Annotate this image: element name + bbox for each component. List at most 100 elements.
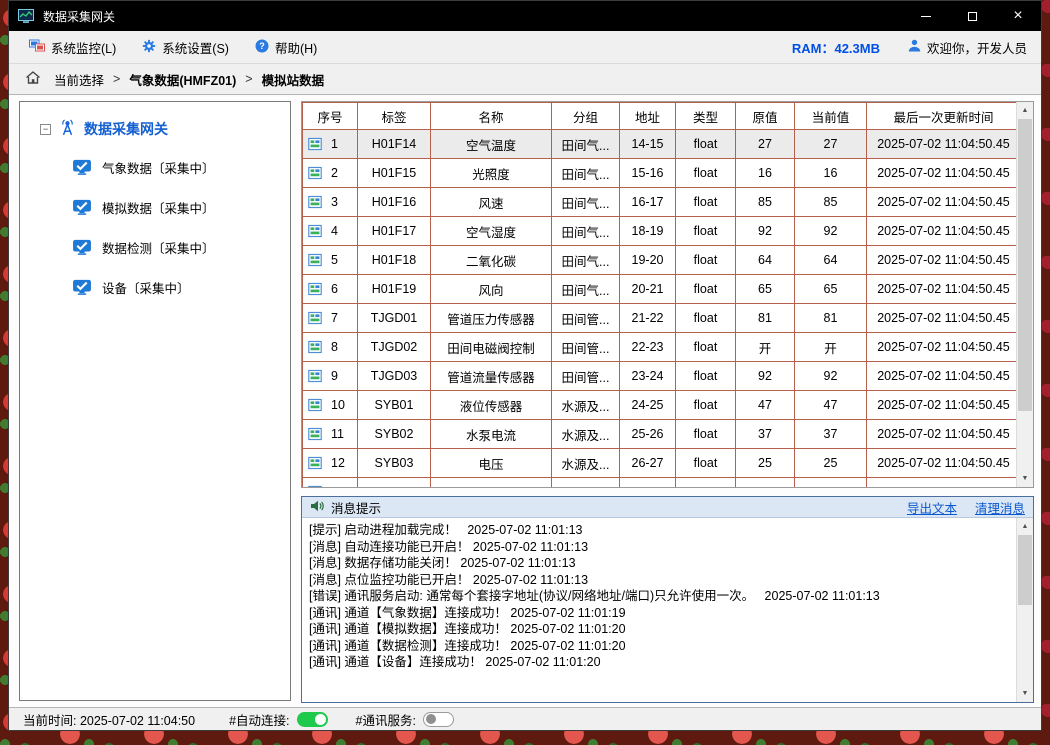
home-icon: [25, 70, 41, 88]
scroll-up-button[interactable]: ▲: [1017, 518, 1033, 535]
menu-item-system-settings[interactable]: 系统设置(S): [132, 33, 239, 62]
breadcrumb: 当前选择 > 气象数据(HMFZ01) > 模拟站数据: [9, 63, 1041, 95]
tree-item-device[interactable]: 设备〔采集中〕: [72, 278, 282, 297]
desktop-background: 数据采集网关 × 系统监控(L): [0, 0, 1050, 745]
scrollbar-thumb[interactable]: [1018, 119, 1032, 411]
statusbar: 当前时间: 2025-07-02 11:04:50 #自动连接: #通讯服务:: [9, 707, 1041, 730]
table-row[interactable]: [303, 478, 1017, 488]
table-cell: 25: [795, 449, 867, 478]
message-line: [消息] 数据存储功能关闭！ 2025-07-02 11:01:13: [309, 555, 1009, 572]
row-index: 9: [331, 369, 338, 383]
table-cell: 47: [736, 391, 795, 420]
table-row[interactable]: 1H01F14空气温度田间气...14-15float27272025-07-0…: [303, 130, 1017, 159]
auto-connect-label: #自动连接:: [229, 710, 289, 729]
table-cell: [358, 478, 431, 488]
table-cell: 风向: [431, 275, 552, 304]
table-row[interactable]: 3H01F16风速田间气...16-17float85852025-07-02 …: [303, 188, 1017, 217]
app-icon: [18, 9, 36, 24]
gear-icon: [142, 39, 156, 56]
message-log: [提示] 启动进程加载完成！ 2025-07-02 11:01:13 [消息] …: [302, 518, 1016, 702]
table-cell: 20-21: [620, 275, 676, 304]
table-row[interactable]: 8TJGD02田间电磁阀控制田间管...22-23float开开2025-07-…: [303, 333, 1017, 362]
table-cell: 19-20: [620, 246, 676, 275]
table-cell: 16: [795, 159, 867, 188]
table-row[interactable]: 7TJGD01管道压力传感器田间管...21-22float81812025-0…: [303, 304, 1017, 333]
menu-item-help[interactable]: ? 帮助(H): [245, 33, 327, 62]
column-header-address[interactable]: 地址: [620, 103, 676, 130]
collapse-icon[interactable]: −: [40, 124, 51, 135]
table-cell: 管道压力传感器: [431, 304, 552, 333]
column-header-type[interactable]: 类型: [676, 103, 736, 130]
column-header-name[interactable]: 名称: [431, 103, 552, 130]
breadcrumb-separator: >: [245, 72, 252, 86]
comm-service-label: #通讯服务:: [356, 710, 416, 729]
table-cell: 3: [303, 188, 358, 217]
table-row[interactable]: 2H01F15光照度田间气...15-16float16162025-07-02…: [303, 159, 1017, 188]
tree-item-label: 数据检测〔采集中〕: [102, 238, 215, 257]
table-row[interactable]: 6H01F19风向田间气...20-21float65652025-07-02 …: [303, 275, 1017, 304]
scroll-down-button[interactable]: ▼: [1017, 470, 1033, 487]
point-icon: [308, 456, 322, 470]
close-button[interactable]: ×: [995, 1, 1041, 31]
scroll-down-button[interactable]: ▼: [1017, 685, 1033, 702]
maximize-button[interactable]: [949, 1, 995, 31]
row-index: 1: [331, 137, 338, 151]
tree-items: 气象数据〔采集中〕 模拟数据〔采集中〕: [28, 158, 282, 297]
table-cell: [431, 478, 552, 488]
breadcrumb-item-page[interactable]: 模拟站数据: [262, 70, 325, 89]
minimize-button[interactable]: [903, 1, 949, 31]
table-cell: 9: [303, 362, 358, 391]
scroll-up-button[interactable]: ▲: [1017, 102, 1033, 119]
message-panel: 消息提示 导出文本 清理消息 [提示] 启动进程加载完成！ 2025-07-02…: [301, 496, 1034, 703]
tree-item-sim-data[interactable]: 模拟数据〔采集中〕: [72, 198, 282, 217]
clear-messages-link[interactable]: 清理消息: [975, 498, 1025, 517]
auto-connect-toggle[interactable]: [297, 712, 328, 727]
table-row[interactable]: 10SYB01液位传感器水源及...24-25float47472025-07-…: [303, 391, 1017, 420]
table-cell: 47: [795, 391, 867, 420]
table-row[interactable]: 12SYB03电压水源及...26-27float25252025-07-02 …: [303, 449, 1017, 478]
table-header-row: 序号 标签 名称 分组 地址 类型 原值 当前值 最后一次更新时间: [303, 103, 1017, 130]
table-cell: 田间管...: [552, 333, 620, 362]
table-cell: 管道流量传感器: [431, 362, 552, 391]
table-row[interactable]: 5H01F18二氧化碳田间气...19-20float64642025-07-0…: [303, 246, 1017, 275]
table-cell: 2025-07-02 11:04:50.45: [867, 130, 1017, 159]
column-header-tag[interactable]: 标签: [358, 103, 431, 130]
ram-indicator: RAM：42.3MB: [792, 38, 880, 57]
table-cell: SYB02: [358, 420, 431, 449]
home-button[interactable]: [21, 67, 45, 91]
column-header-current-value[interactable]: 当前值: [795, 103, 867, 130]
tree-item-data-check[interactable]: 数据检测〔采集中〕: [72, 238, 282, 257]
speaker-icon: [310, 500, 324, 515]
tree-item-label: 设备〔采集中〕: [102, 278, 190, 297]
table-row[interactable]: 9TJGD03管道流量传感器田间管...23-24float92922025-0…: [303, 362, 1017, 391]
export-text-link[interactable]: 导出文本: [907, 498, 957, 517]
comm-service-toggle[interactable]: [423, 712, 454, 727]
column-header-group[interactable]: 分组: [552, 103, 620, 130]
user-icon: [908, 39, 921, 55]
table-cell: 4: [303, 217, 358, 246]
point-icon: [308, 398, 322, 412]
scrollbar-thumb[interactable]: [1018, 535, 1032, 605]
table-cell: 1: [303, 130, 358, 159]
table-cell: 水源及...: [552, 420, 620, 449]
column-header-raw-value[interactable]: 原值: [736, 103, 795, 130]
table-cell: 田间气...: [552, 159, 620, 188]
menu-item-system-monitor[interactable]: 系统监控(L): [19, 33, 126, 62]
antenna-icon: [58, 118, 77, 140]
table-scrollbar[interactable]: ▲ ▼: [1016, 102, 1033, 487]
breadcrumb-item-channel[interactable]: 气象数据(HMFZ01): [129, 70, 236, 89]
column-header-last-update[interactable]: 最后一次更新时间: [867, 103, 1017, 130]
point-icon: [308, 166, 322, 180]
menu-item-label: 帮助(H): [275, 38, 317, 57]
tree-root-node[interactable]: − 数据采集网关: [28, 118, 282, 140]
tree-item-weather-data[interactable]: 气象数据〔采集中〕: [72, 158, 282, 177]
point-icon: [308, 253, 322, 267]
table-cell: 92: [795, 362, 867, 391]
table-cell: 92: [736, 217, 795, 246]
message-scrollbar[interactable]: ▲ ▼: [1016, 518, 1033, 702]
table-cell: float: [676, 333, 736, 362]
table-row[interactable]: 4H01F17空气湿度田间气...18-19float92922025-07-0…: [303, 217, 1017, 246]
table-row[interactable]: 11SYB02水泵电流水源及...25-26float37372025-07-0…: [303, 420, 1017, 449]
row-index: 11: [331, 427, 344, 441]
column-header-index[interactable]: 序号: [303, 103, 358, 130]
